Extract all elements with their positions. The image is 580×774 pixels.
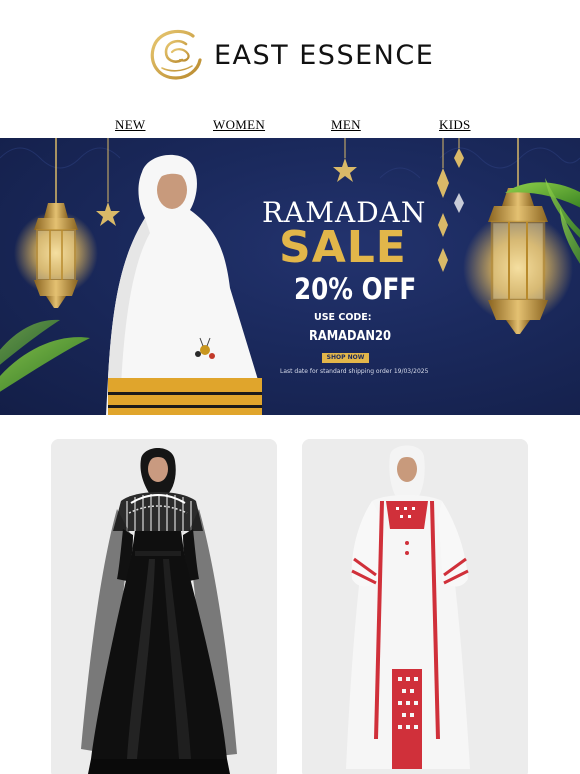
banner-use-code-label: USE CODE: [314,312,372,323]
email-header: EAST ESSENCE [0,0,580,110]
product-card[interactable] [302,439,528,774]
nav-link-women[interactable]: WOMEN [213,117,265,133]
hanging-lantern-icon [14,138,98,308]
ornate-e-monogram-icon [150,29,202,80]
brand-name: EAST ESSENCE [214,39,435,71]
banner-discount: 20% OFF [294,272,417,306]
brand-logo[interactable]: EAST ESSENCE [148,28,434,82]
nav-link-kids[interactable]: KIDS [439,117,471,133]
banner-promo-code: RAMADAN20 [309,328,391,344]
palm-leaf-icon [0,319,90,392]
banner-sale-text: SALE [279,222,407,273]
banner-shipping-note: Last date for standard shipping order 19… [280,368,429,375]
shop-now-button[interactable]: SHOP NOW [322,353,369,363]
hanging-star-icon [333,138,357,182]
product-card[interactable] [51,439,277,774]
nav-link-men[interactable]: MEN [331,117,361,133]
hanging-ornaments [437,138,464,272]
model-white-hijab-image [106,154,262,415]
white-embroidered-thobe-image [302,439,528,774]
nav-link-new[interactable]: NEW [115,117,146,133]
hanging-lantern-icon [463,138,573,334]
black-embellished-abaya-image [51,439,277,774]
main-nav: NEW WOMEN MEN KIDS [0,117,580,135]
hanging-star-icon [96,138,120,226]
ramadan-sale-banner[interactable]: RAMADAN SALE 20% OFF USE CODE: RAMADAN20… [0,138,580,415]
